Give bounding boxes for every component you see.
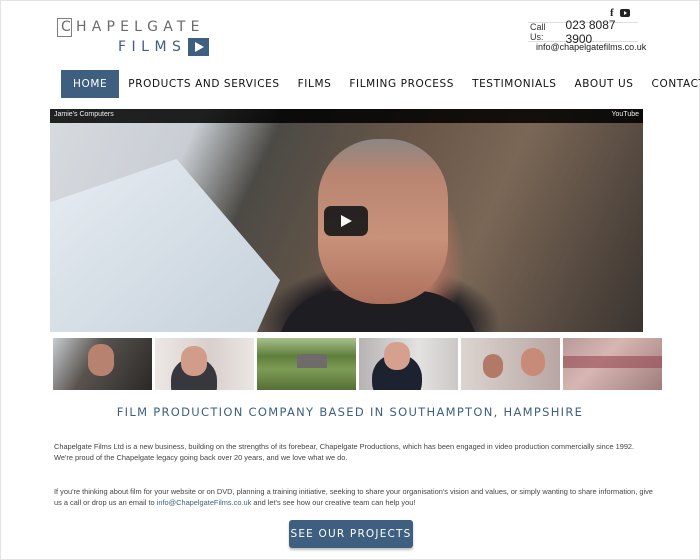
- video-thumbnail[interactable]: [359, 338, 458, 390]
- play-button-icon[interactable]: [324, 206, 368, 236]
- nav-item-about-us[interactable]: ABOUT US: [565, 70, 642, 98]
- page-headline: FILM PRODUCTION COMPANY BASED IN SOUTHAM…: [116, 405, 584, 419]
- video-title[interactable]: Jamie's Computers: [54, 111, 114, 118]
- contact-paragraph-text-end: and let's see how our creative team can …: [251, 498, 416, 507]
- logo-line2: FILMS: [118, 39, 187, 55]
- video-thumbnail[interactable]: [257, 338, 356, 390]
- nav-item-filming-process[interactable]: FILMING PROCESS: [340, 70, 463, 98]
- video-thumbnail[interactable]: [53, 338, 152, 390]
- nav-item-testimonials[interactable]: TESTIMONIALS: [463, 70, 565, 98]
- header-email-link[interactable]: info@chapelgatefilms.co.uk: [536, 42, 646, 52]
- video-thumbnail[interactable]: [563, 338, 662, 390]
- nav-item-films[interactable]: FILMS: [289, 70, 341, 98]
- thumbnail-strip: [53, 338, 662, 390]
- logo-play-icon: [188, 38, 209, 56]
- youtube-logo[interactable]: YouTube: [611, 111, 639, 118]
- nav-item-products-and-services[interactable]: PRODUCTS AND SERVICES: [119, 70, 288, 98]
- video-player[interactable]: Jamie's Computers YouTube: [50, 109, 643, 332]
- call-us-label: Call Us:: [530, 22, 546, 42]
- video-title-bar: Jamie's Computers YouTube: [50, 109, 643, 123]
- email-link[interactable]: info@ChapelgateFilms.co.uk: [157, 498, 252, 507]
- logo-line1: CHAPELGATE: [61, 19, 205, 35]
- video-thumbnail[interactable]: [155, 338, 254, 390]
- video-frame-background: [50, 159, 280, 332]
- youtube-icon[interactable]: [619, 9, 630, 17]
- nav-item-contact[interactable]: CONTACT: [643, 70, 700, 98]
- video-thumbnail[interactable]: [461, 338, 560, 390]
- intro-paragraph: Chapelgate Films Ltd is a new business, …: [54, 442, 635, 462]
- see-our-projects-button[interactable]: SEE OUR PROJECTS: [289, 520, 413, 548]
- main-nav: HOME PRODUCTS AND SERVICES FILMS FILMING…: [61, 70, 700, 98]
- chapelgate-logo[interactable]: CHAPELGATE FILMS: [57, 18, 209, 58]
- call-us-box: Call Us: 023 8087 3900: [528, 18, 638, 46]
- nav-item-home[interactable]: HOME: [61, 70, 120, 98]
- contact-paragraph: If you're thinking about film for your w…: [54, 486, 654, 508]
